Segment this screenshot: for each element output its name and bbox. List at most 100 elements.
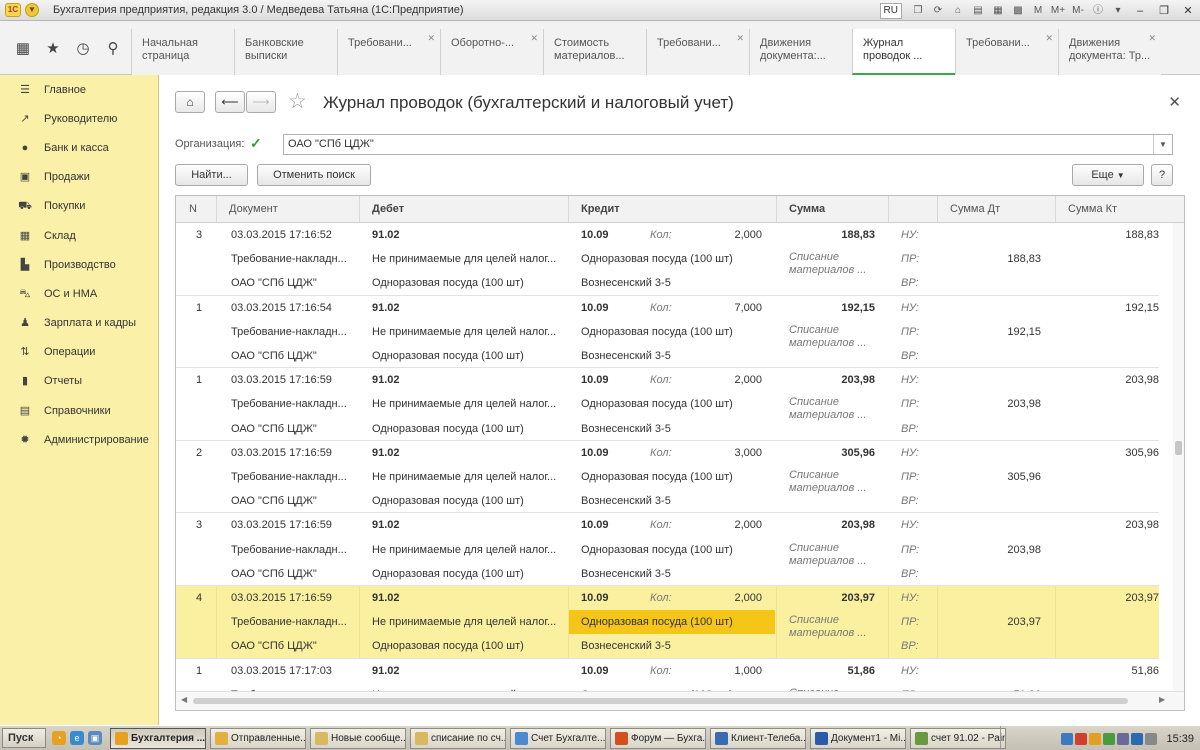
sidebar-item-1[interactable]: ↗ Руководителю (0, 104, 158, 133)
favorites-star-icon[interactable]: ★ (38, 39, 68, 57)
col-debit-header[interactable]: Дебет (359, 196, 568, 223)
add-favorite-star-icon[interactable]: ☆ (288, 89, 307, 114)
search-icon[interactable]: ⚲ (98, 39, 128, 57)
sidebar-item-3[interactable]: ▣ Продажи (0, 163, 158, 192)
table-row[interactable]: 3 03.03.2015 17:16:59 Требование-накладн..… (176, 513, 1159, 586)
tab-4[interactable]: Стоимость материалов... (543, 29, 646, 75)
history-icon[interactable]: ◷ (68, 39, 98, 57)
sidebar-item-8[interactable]: ♟ Зарплата и кадры (0, 309, 158, 338)
vertical-scrollbar[interactable] (1173, 223, 1184, 693)
minimize-button[interactable]: – (1130, 3, 1150, 19)
sidebar-item-0[interactable]: ☰ Главное (0, 75, 158, 104)
copy-icon[interactable]: ❐ (910, 3, 926, 19)
dropdown-icon[interactable]: ▾ (1110, 3, 1126, 19)
org-field[interactable]: ОАО "СПб ЦДЖ" (283, 134, 1173, 155)
tab-6[interactable]: Движения документа:... (749, 29, 852, 75)
tray-update-icon[interactable] (1089, 732, 1102, 745)
close-form-icon[interactable]: ✕ (1168, 93, 1181, 111)
calculator-icon[interactable]: ▩ (1010, 3, 1026, 19)
taskbar-task-2[interactable]: Новые сообще... (310, 728, 406, 749)
sidebar-item-6[interactable]: ▙ Производство (0, 250, 158, 279)
tab-5[interactable]: Требовани... ✕ (646, 29, 749, 75)
tray-volume-icon[interactable] (1145, 732, 1158, 745)
sidebar-item-10[interactable]: ▮ Отчеты (0, 367, 158, 396)
restore-button[interactable]: ❐ (1154, 3, 1174, 19)
tray-sync-icon[interactable] (1103, 732, 1116, 745)
table-row[interactable]: 103.03.2015 17:17:03Требование-накладн..… (176, 659, 1159, 693)
horizontal-scrollbar[interactable]: ◀ ▶ (176, 691, 1184, 710)
tab-close-icon[interactable]: ✕ (530, 32, 538, 45)
col-sum-dt-header[interactable]: Сумма Дт (937, 196, 1055, 223)
col-credit-header[interactable]: Кредит (568, 196, 776, 223)
calendar-icon[interactable]: ▦ (990, 3, 1006, 19)
table-row[interactable]: 4 03.03.2015 17:16:59 Требование-накладн..… (176, 586, 1159, 659)
language-indicator[interactable]: RU (879, 2, 902, 19)
vertical-scroll-thumb[interactable] (1175, 441, 1182, 455)
org-dropdown-icon[interactable]: ▼ (1153, 135, 1172, 154)
taskbar-task-6[interactable]: Клиент-Телеба... (710, 728, 806, 749)
sidebar-item-9[interactable]: ⇅ Операции (0, 338, 158, 367)
main-menu-icon[interactable]: ▼ (25, 3, 39, 17)
taskbar-task-0[interactable]: Бухгалтерия ... (110, 728, 206, 749)
taskbar-task-1[interactable]: Отправленные... (210, 728, 306, 749)
quicklaunch-browser-icon[interactable]: ◔ (52, 731, 66, 745)
col-n-header[interactable]: N (176, 196, 216, 223)
col-document-header[interactable]: Документ (216, 196, 359, 223)
tab-0[interactable]: Начальная страница (131, 29, 234, 75)
memory-m-button[interactable]: M (1030, 3, 1046, 19)
memory-minus-button[interactable]: M- (1070, 3, 1086, 19)
more-button[interactable]: Еще ▼ (1072, 164, 1144, 186)
sidebar-item-7[interactable]: ⛍ ОС и НМА (0, 279, 158, 308)
taskbar-task-7[interactable]: Документ1 - Mi... (810, 728, 906, 749)
table-row[interactable]: 1 03.03.2015 17:16:59 Требование-накладн..… (176, 368, 1159, 441)
start-button[interactable]: Пуск (2, 728, 46, 748)
scroll-right-icon[interactable]: ▶ (1159, 695, 1165, 704)
taskbar-task-8[interactable]: счет 91.02 - Paint (910, 728, 1006, 749)
tray-network-icon[interactable] (1061, 732, 1074, 745)
tab-3[interactable]: Оборотно-... ✕ (440, 29, 543, 75)
sidebar-item-2[interactable]: ● Банк и касса (0, 133, 158, 162)
help-button[interactable]: ? (1151, 164, 1173, 186)
scroll-left-icon[interactable]: ◀ (181, 695, 187, 704)
taskbar-task-5[interactable]: Форум — Бухга... (610, 728, 706, 749)
info-icon[interactable]: ⓘ (1090, 3, 1106, 19)
tab-2[interactable]: Требовани... ✕ (337, 29, 440, 75)
tab-1[interactable]: Банковские выписки (234, 29, 337, 75)
quicklaunch-ie-icon[interactable]: e (70, 731, 84, 745)
home-icon[interactable]: ⌂ (950, 3, 966, 19)
tray-antivirus-icon[interactable] (1075, 732, 1088, 745)
print-icon[interactable]: ▤ (970, 3, 986, 19)
sidebar-item-4[interactable]: ⛟ Покупки (0, 192, 158, 221)
tray-keyboard-icon[interactable] (1117, 732, 1130, 745)
back-button[interactable]: ⟵ (215, 91, 245, 113)
cancel-search-button[interactable]: Отменить поиск (257, 164, 371, 186)
tab-close-icon[interactable]: ✕ (1148, 32, 1156, 45)
sidebar-item-12[interactable]: ✹ Администрирование (0, 425, 158, 454)
table-row[interactable]: 2 03.03.2015 17:16:59 Требование-накладн..… (176, 441, 1159, 514)
col-sum-kt-header[interactable]: Сумма Кт (1055, 196, 1184, 223)
taskbar-task-3[interactable]: списание по сч... (410, 728, 506, 749)
tray-messenger-icon[interactable] (1131, 732, 1144, 745)
tab-close-icon[interactable]: ✕ (1045, 32, 1053, 45)
memory-plus-button[interactable]: M+ (1050, 3, 1066, 19)
table-row[interactable]: 3 03.03.2015 17:16:52 Требование-накладн..… (176, 223, 1159, 296)
find-button[interactable]: Найти... (175, 164, 248, 186)
forward-button[interactable]: ⟶ (246, 91, 276, 113)
tab-9[interactable]: Движения документа: Тр... ✕ (1058, 29, 1161, 75)
quicklaunch-desktop-icon[interactable]: ▣ (88, 731, 102, 745)
tab-close-icon[interactable]: ✕ (427, 32, 435, 45)
tab-8[interactable]: Требовани... ✕ (955, 29, 1058, 75)
horizontal-scroll-thumb[interactable] (193, 698, 1128, 704)
apps-icon[interactable]: ▦ (8, 39, 38, 57)
table-row[interactable]: 1 03.03.2015 17:16:54 Требование-накладн..… (176, 296, 1159, 369)
org-filter-checkbox[interactable]: ✓ (250, 136, 264, 151)
tab-close-icon[interactable]: ✕ (736, 32, 744, 45)
close-window-button[interactable]: ✕ (1178, 3, 1198, 19)
tab-7[interactable]: Журнал проводок ... (852, 29, 955, 75)
col-accounting-type-header[interactable] (888, 196, 937, 223)
col-sum-header[interactable]: Сумма (776, 196, 888, 223)
sidebar-item-11[interactable]: ▤ Справочники (0, 396, 158, 425)
home-button[interactable]: ⌂ (175, 91, 205, 113)
refresh-icon[interactable]: ⟳ (930, 3, 946, 19)
taskbar-task-4[interactable]: Счет Бухгалте... (510, 728, 606, 749)
